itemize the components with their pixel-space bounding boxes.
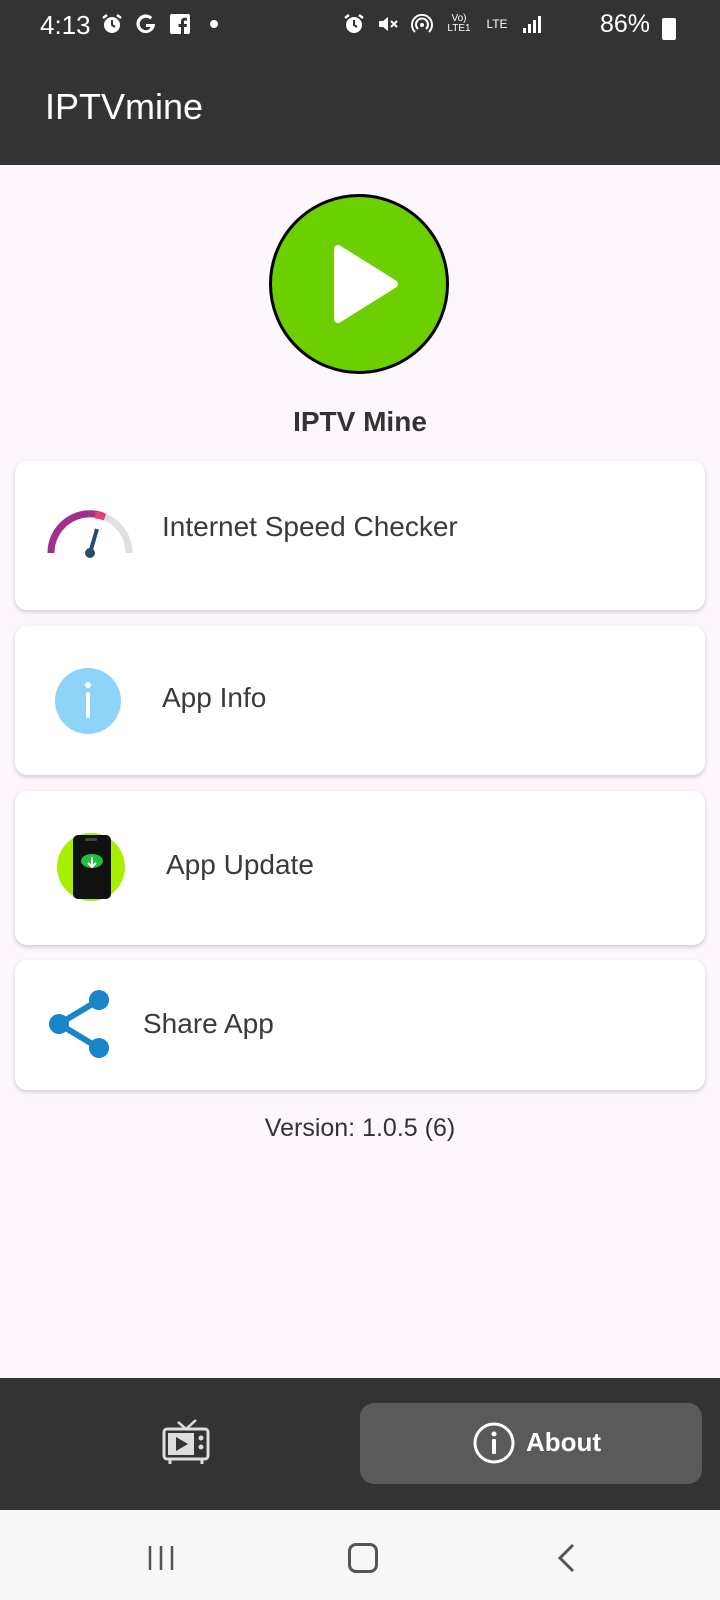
recent-apps-button[interactable] [146, 1544, 176, 1572]
app-logo [269, 194, 449, 374]
hotspot-icon [410, 12, 434, 36]
home-button[interactable] [348, 1543, 378, 1573]
app-update-label: App Update [166, 849, 314, 880]
app-update-icon [57, 833, 125, 901]
share-app-label: Share App [143, 1008, 274, 1039]
app-info-card[interactable]: App Info [15, 626, 705, 775]
app-name-heading: IPTV Mine [293, 406, 427, 437]
app-title: IPTVmine [45, 86, 204, 127]
system-navigation-bar [0, 1510, 720, 1600]
google-icon [134, 12, 158, 36]
volte-label: Vo) LTE1 [447, 13, 471, 34]
version-text: Version: 1.0.5 (6) [264, 1114, 456, 1142]
mute-icon [376, 12, 400, 36]
app-info-label: App Info [162, 682, 267, 713]
status-left-icons [100, 12, 226, 36]
internet-speed-checker-label: Internet Speed Checker [162, 511, 458, 542]
app-bar: IPTVmine [0, 56, 720, 165]
share-icon [49, 990, 109, 1058]
internet-speed-checker-card[interactable]: Internet Speed Checker [15, 461, 705, 610]
alarm-icon [342, 12, 366, 36]
tv-icon[interactable] [156, 1418, 216, 1468]
play-icon [334, 245, 398, 323]
speedometer-icon [47, 510, 133, 558]
lte-icon: LTE [484, 12, 510, 36]
battery-percent: 86% [599, 10, 650, 38]
signal-icon [520, 12, 544, 36]
lte-label: LTE [486, 17, 508, 31]
about-label: About [526, 1427, 602, 1457]
volte-icon: Vo) LTE1 [444, 12, 474, 36]
facebook-icon [168, 12, 192, 36]
info-icon [55, 668, 121, 734]
back-button[interactable] [556, 1542, 576, 1574]
status-time: 4:13 [40, 10, 91, 40]
dot-icon [202, 12, 226, 36]
info-circle-icon [473, 1422, 515, 1464]
alarm-icon [100, 12, 124, 36]
share-app-card[interactable]: Share App [15, 960, 705, 1090]
about-tab[interactable]: About [360, 1403, 702, 1484]
battery-icon [662, 18, 676, 40]
app-update-card[interactable]: App Update [15, 791, 705, 945]
status-bar: 4:13 Vo) LTE1 LTE 86% [0, 0, 720, 56]
bottom-navigation: About [0, 1378, 720, 1510]
status-right-icons: Vo) LTE1 LTE [342, 12, 544, 36]
